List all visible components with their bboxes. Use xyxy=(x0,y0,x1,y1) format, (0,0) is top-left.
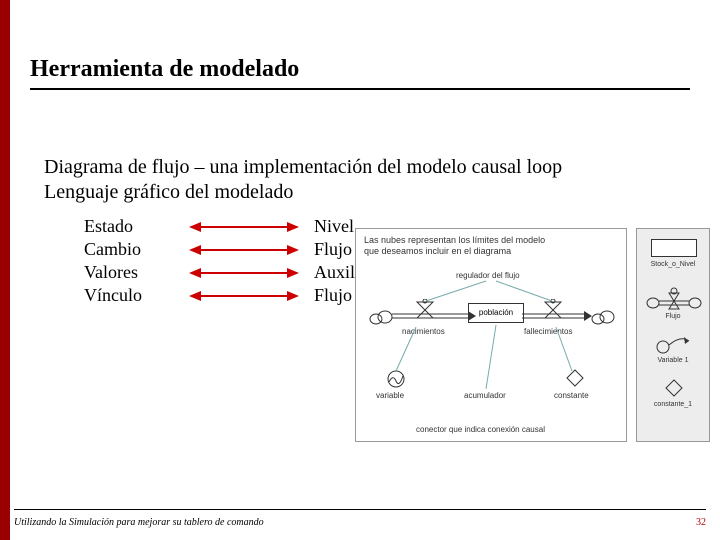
double-arrow-icon xyxy=(189,289,299,303)
map-arrow-0 xyxy=(174,220,314,234)
footer-text: Utilizando la Simulación para mejorar su… xyxy=(14,517,264,528)
label-constante1: constante_1 xyxy=(637,401,709,408)
pointer-lines xyxy=(356,229,628,443)
diamond-icon xyxy=(665,379,683,397)
double-arrow-icon xyxy=(189,266,299,280)
flow-icon xyxy=(645,283,703,311)
body-line-1: Diagrama de flujo – una implementación d… xyxy=(44,155,684,180)
map-left-3: Vínculo xyxy=(84,285,174,306)
label-flujo: Flujo xyxy=(637,313,709,320)
map-left-2: Valores xyxy=(84,262,174,283)
body-line-2: Lenguaje gráfico del modelado xyxy=(44,180,684,205)
label-stock: Stock_o_Nivel xyxy=(637,261,709,268)
map-arrow-2 xyxy=(174,266,314,280)
label-conector: conector que indica conexión causal xyxy=(416,425,545,434)
map-left-1: Cambio xyxy=(84,239,174,260)
map-arrow-1 xyxy=(174,243,314,257)
title-underline xyxy=(30,88,690,90)
double-arrow-icon xyxy=(189,243,299,257)
map-left-0: Estado xyxy=(84,216,174,237)
slide: Herramienta de modelado Diagrama de fluj… xyxy=(0,0,720,540)
label-variable1: Variable 1 xyxy=(637,357,709,364)
diagram-stock-flow: Las nubes representan los límites del mo… xyxy=(355,228,627,442)
diagram-legend: Stock_o_Nivel Flujo Variable 1 constante… xyxy=(636,228,710,442)
body-text: Diagrama de flujo – una implementación d… xyxy=(44,155,684,205)
page-number: 32 xyxy=(696,517,706,528)
variable-connector-icon xyxy=(655,331,693,355)
footer-rule xyxy=(14,509,706,510)
accent-bar xyxy=(0,0,10,540)
stock-box-icon xyxy=(651,239,697,257)
page-title: Herramienta de modelado xyxy=(30,56,299,83)
map-arrow-3 xyxy=(174,289,314,303)
double-arrow-icon xyxy=(189,220,299,234)
